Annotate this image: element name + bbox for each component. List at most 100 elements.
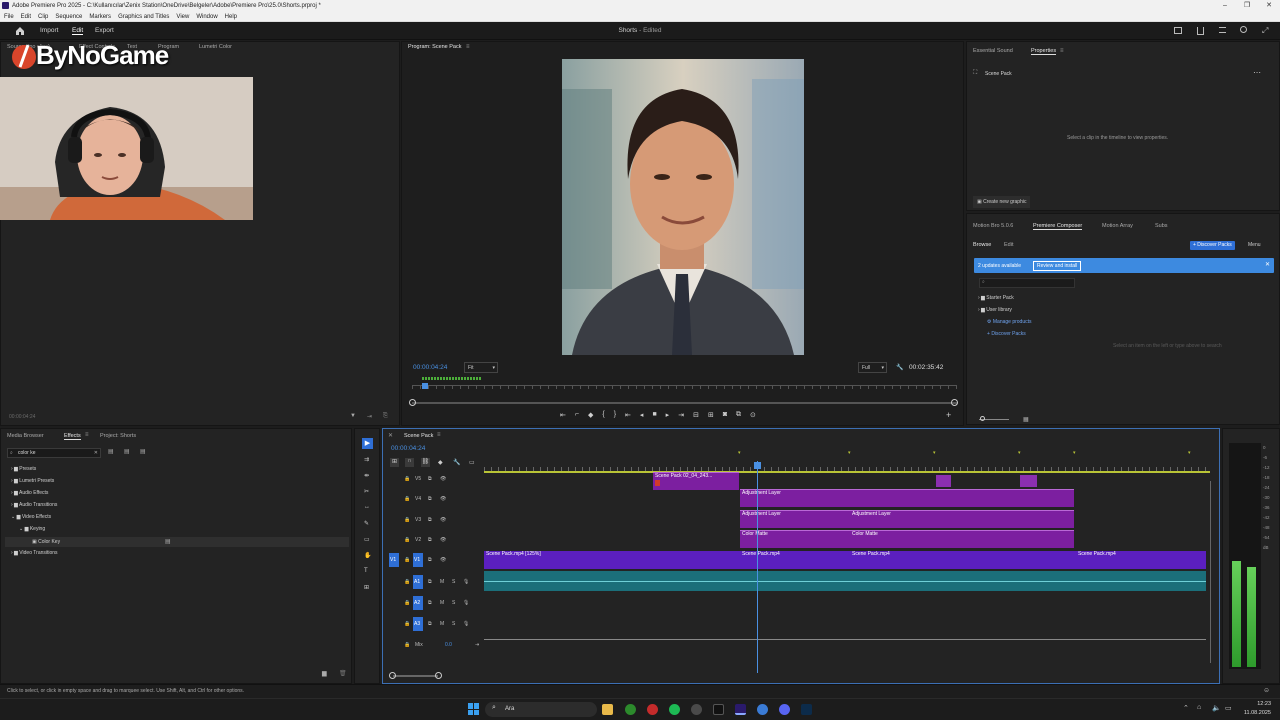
tab-program[interactable]: Program: Scene Pack (408, 44, 462, 50)
track-target-a1[interactable]: A1 (413, 575, 423, 589)
workspace-icon[interactable] (1174, 27, 1182, 34)
out-point-icon[interactable]: } (614, 411, 616, 419)
edge-icon[interactable] (757, 704, 768, 715)
maximize-button[interactable]: ❐ (1236, 0, 1258, 12)
mute-button[interactable]: M (440, 579, 444, 585)
panel-menu-icon[interactable]: ≡ (466, 44, 470, 50)
close-banner-icon[interactable]: ✕ (1265, 261, 1270, 268)
step-forward-icon[interactable]: ▸ (666, 411, 670, 419)
mix-value[interactable]: 0.0 (445, 642, 452, 648)
close-button[interactable]: ✕ (1258, 0, 1280, 12)
linked-selection-icon[interactable]: ⛓ (421, 458, 430, 467)
slip-tool-icon[interactable]: ↔ (364, 504, 370, 510)
discord-icon[interactable] (779, 704, 790, 715)
zoom-slider-thumb[interactable] (980, 416, 985, 421)
clip-v5-short-b[interactable] (1020, 475, 1037, 487)
mute-button[interactable]: M (440, 600, 444, 606)
tree-color-key[interactable]: ▣ Color Key (32, 539, 60, 545)
nest-icon[interactable]: ⊞ (390, 458, 399, 467)
mark-out-icon[interactable]: ⌐ (575, 411, 579, 419)
track-label-v2[interactable]: V2 (415, 537, 421, 543)
sync-lock-icon[interactable]: ⧉ (428, 496, 432, 502)
xbox-icon[interactable] (625, 704, 636, 715)
timeline-timecode[interactable]: 00:00:04:24 (391, 445, 425, 452)
export-frame-icon[interactable]: ⇥ (367, 413, 372, 420)
snap-icon[interactable]: ∩ (405, 458, 414, 467)
tray-chevron-icon[interactable]: ⌃ (1183, 704, 1189, 712)
delete-icon[interactable]: 🗑 (339, 670, 347, 677)
work-area-bar[interactable] (484, 471, 1210, 473)
lock-icon[interactable]: 🔒 (404, 579, 410, 585)
start-button[interactable] (468, 703, 480, 715)
lock-icon[interactable]: 🔒 (404, 600, 410, 606)
timeline-vertical-scrollbar[interactable] (1210, 481, 1211, 663)
eye-icon[interactable]: 👁 (440, 517, 446, 523)
track-target-v1[interactable]: V1 (413, 553, 423, 567)
lift-icon[interactable]: ⊟ (693, 411, 699, 419)
minimize-button[interactable]: – (1214, 0, 1236, 12)
selection-tool-icon[interactable]: ▶ (362, 438, 373, 449)
lock-icon[interactable]: 🔒 (404, 537, 410, 543)
accelerated-effects-icon[interactable]: ▤ (108, 448, 114, 455)
mark-in-icon[interactable]: ⇤ (560, 411, 566, 419)
sync-lock-icon[interactable]: ⧉ (428, 557, 432, 563)
lock-icon[interactable]: 🔒 (404, 642, 410, 648)
tab-essential-sound[interactable]: Essential Sound (973, 48, 1013, 54)
tab-browse[interactable]: Browse (973, 242, 991, 248)
tab-motion-bro[interactable]: Motion Bro 5.0.6 (973, 223, 1013, 229)
type-tool-icon[interactable]: T (364, 568, 368, 574)
track-label-v4[interactable]: V4 (415, 496, 421, 502)
eye-icon[interactable]: 👁 (440, 557, 446, 563)
menu-help[interactable]: Help (225, 12, 237, 21)
vr-icon[interactable]: ⊙ (750, 411, 756, 419)
step-back-icon[interactable]: ◂ (640, 411, 644, 419)
wrench-icon[interactable]: 🔧 (896, 364, 903, 371)
add-button-icon[interactable]: + (946, 410, 951, 420)
tab-properties[interactable]: Properties (1031, 48, 1057, 55)
solo-button[interactable]: S (452, 621, 455, 627)
volume-icon[interactable]: 🔈 (1212, 704, 1221, 712)
zoom-scrollbar[interactable] (412, 402, 957, 404)
settings-icon[interactable]: ⎘ (383, 413, 388, 420)
tiktok-icon[interactable] (713, 704, 724, 715)
menu-window[interactable]: Window (196, 12, 217, 21)
menu-markers[interactable]: Markers (89, 12, 111, 21)
marker-icon[interactable]: ▾ (1073, 450, 1076, 456)
sync-lock-icon[interactable]: ⧉ (428, 600, 432, 606)
add-marker-icon[interactable]: ◆ (588, 411, 593, 419)
audio-clip-a1[interactable] (484, 571, 1206, 591)
track-target-a2[interactable]: A2 (413, 596, 423, 610)
fit-dropdown[interactable]: Fit ▾ (464, 362, 498, 373)
microphone-icon[interactable]: 🎙 (463, 621, 469, 627)
lock-icon[interactable]: 🔒 (404, 517, 410, 523)
playhead-line[interactable] (757, 461, 758, 673)
tab-edit[interactable]: Edit (1004, 242, 1013, 248)
opera-icon[interactable] (647, 704, 658, 715)
tree-presets[interactable]: › ▆ Presets (11, 466, 36, 472)
menu-file[interactable]: File (4, 12, 14, 21)
eye-icon[interactable]: 👁 (440, 496, 446, 502)
add-marker-icon[interactable]: ◆ (438, 459, 443, 466)
clip-v3-adjustment-layer-2[interactable]: Adjustment Layer (850, 510, 1074, 528)
menu-edit[interactable]: Edit (21, 12, 31, 21)
clip-v1-scene-pack-a[interactable]: Scene Pack.mp4 [125%] (484, 551, 740, 569)
sync-lock-icon[interactable]: ⧉ (428, 476, 432, 482)
feedback-icon[interactable]: ⊝ (1264, 687, 1269, 694)
tree-keying[interactable]: ⌄ ▆ Keying (19, 526, 45, 532)
timeline-horizontal-scrollbar[interactable] (393, 675, 438, 677)
clip-v5-scene-pack[interactable]: Scene Pack 02_04_243... (653, 472, 739, 490)
discover-packs-button[interactable]: + Discover Packs (1190, 241, 1235, 250)
tab-project-shorts[interactable]: Project: Shorts (100, 433, 136, 439)
tab-scene-pack-sequence[interactable]: Scene Pack (404, 433, 433, 439)
caption-tool-icon[interactable]: ⊞ (364, 584, 369, 591)
lock-icon[interactable]: 🔒 (404, 496, 410, 502)
panel-menu-icon[interactable]: ≡ (85, 432, 89, 438)
tab-effects[interactable]: Effects (64, 433, 81, 440)
clip-v2-color-matte-2[interactable]: Color Matte (850, 530, 1074, 548)
stop-icon[interactable]: ■ (652, 411, 656, 419)
lock-icon[interactable]: 🔒 (404, 621, 410, 627)
sync-lock-icon[interactable]: ⧉ (428, 537, 432, 543)
track-label-v3[interactable]: V3 (415, 517, 421, 523)
menu-clip[interactable]: Clip (38, 12, 48, 21)
clip-v1-scene-pack-c[interactable]: Scene Pack.mp4 (850, 551, 1076, 569)
